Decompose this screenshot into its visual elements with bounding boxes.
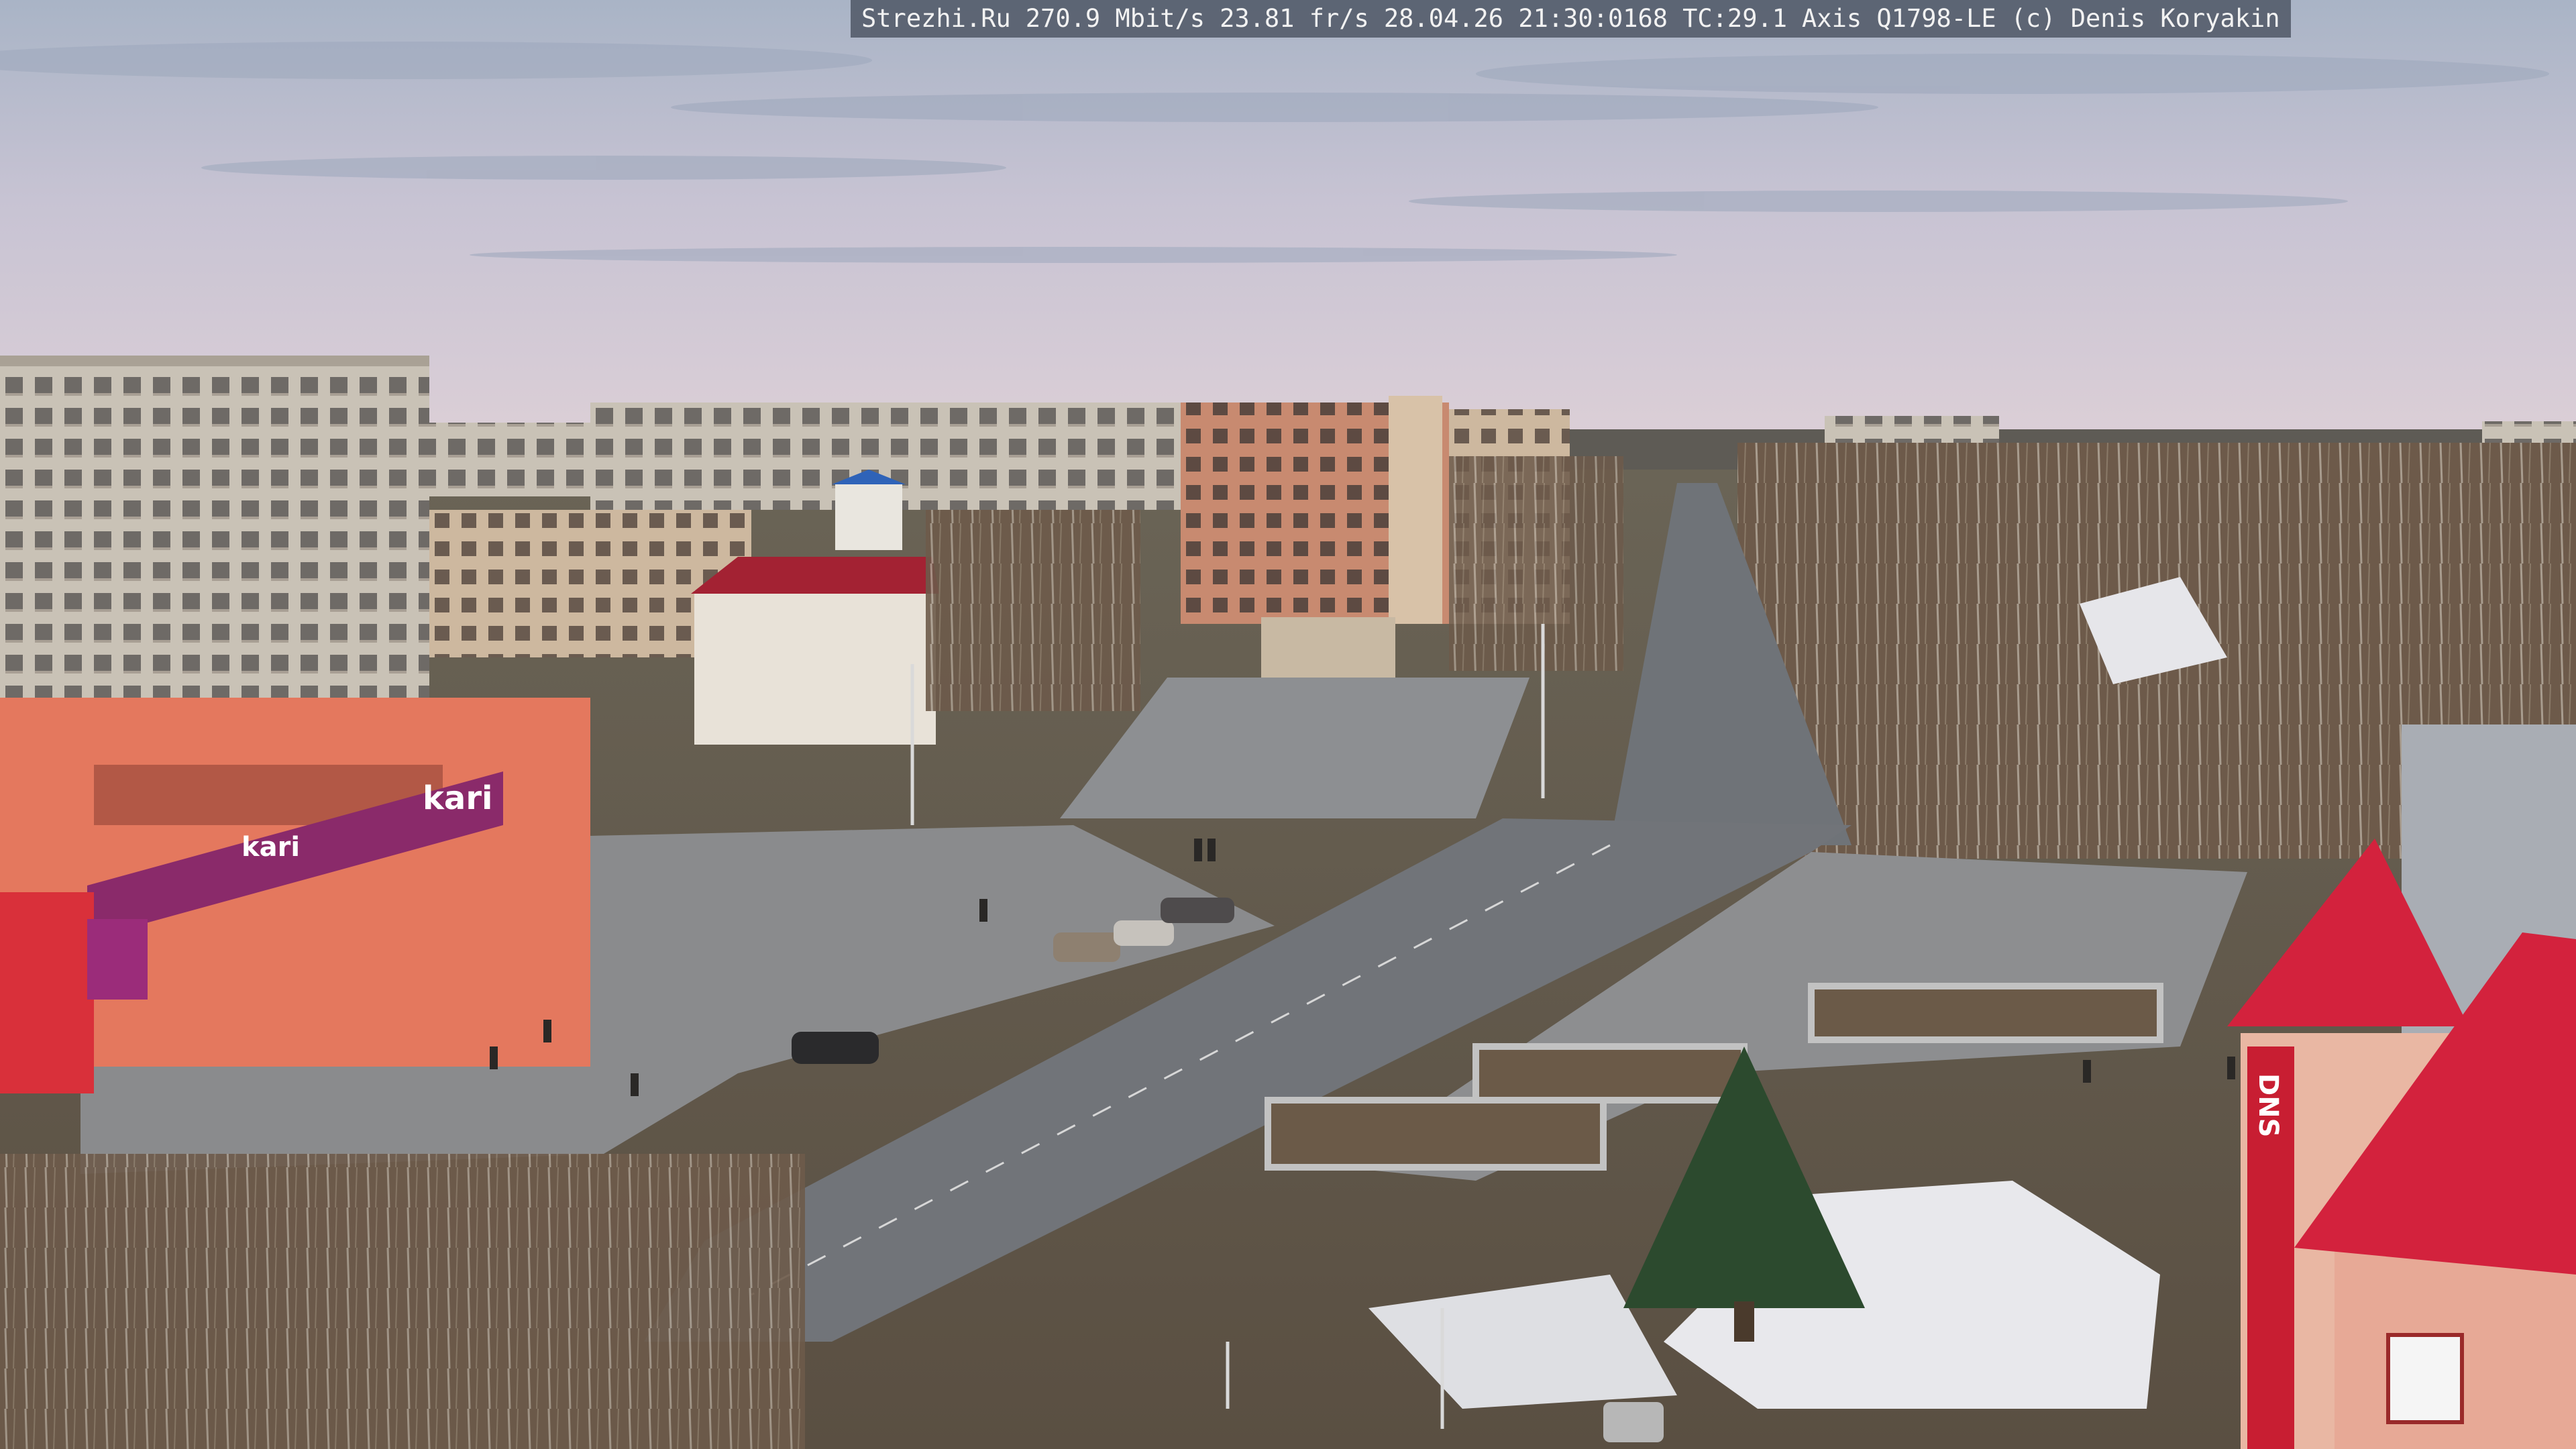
store-magenta-block xyxy=(87,919,148,1000)
parked-car xyxy=(1114,920,1174,946)
overlay-datetime: 28.04.26 21:30:0168 xyxy=(1383,4,1668,33)
kari-sign-lower: kari xyxy=(241,832,301,863)
dns-sign: DNS xyxy=(2253,1073,2284,1138)
parked-car xyxy=(1161,898,1234,923)
kari-sign: kari xyxy=(423,780,493,817)
distant-building xyxy=(590,402,1261,510)
small-grey-building xyxy=(1261,617,1395,681)
overlay-camera: Axis Q1798-LE xyxy=(1802,4,1996,33)
overlay-site: Strezhi.Ru xyxy=(861,4,1011,33)
left-highrise-roof xyxy=(0,356,429,366)
flower-bed xyxy=(1472,1043,1748,1104)
center-trees xyxy=(1449,456,1623,671)
foreground-trees xyxy=(0,1154,805,1449)
store-red-block xyxy=(0,892,94,1093)
red-roof-building xyxy=(694,590,936,745)
camera-scene xyxy=(0,0,2576,1449)
left-highrise xyxy=(0,356,429,731)
overlay-bitrate: 270.9 Mbit/s xyxy=(1025,4,1205,33)
overlay-copyright: (c) Denis Koryakin xyxy=(2010,4,2280,33)
spruce-trunk xyxy=(1734,1301,1754,1342)
parked-car xyxy=(792,1032,879,1064)
tower-stair xyxy=(1389,396,1442,624)
dns-window xyxy=(2386,1333,2464,1424)
parked-car xyxy=(1053,932,1120,962)
distant-building xyxy=(423,423,590,496)
flower-bed xyxy=(1265,1097,1607,1171)
flower-bed xyxy=(1808,983,2163,1043)
left-tree-belt xyxy=(926,510,1140,711)
overlay-tc: TC:29.1 xyxy=(1682,4,1788,33)
blue-roof-tower xyxy=(835,483,902,550)
parked-car xyxy=(1603,1402,1664,1442)
camera-overlay: Strezhi.Ru 270.9 Mbit/s 23.81 fr/s 28.04.26… xyxy=(851,0,2291,38)
overlay-framerate: 23.81 fr/s xyxy=(1220,4,1369,33)
